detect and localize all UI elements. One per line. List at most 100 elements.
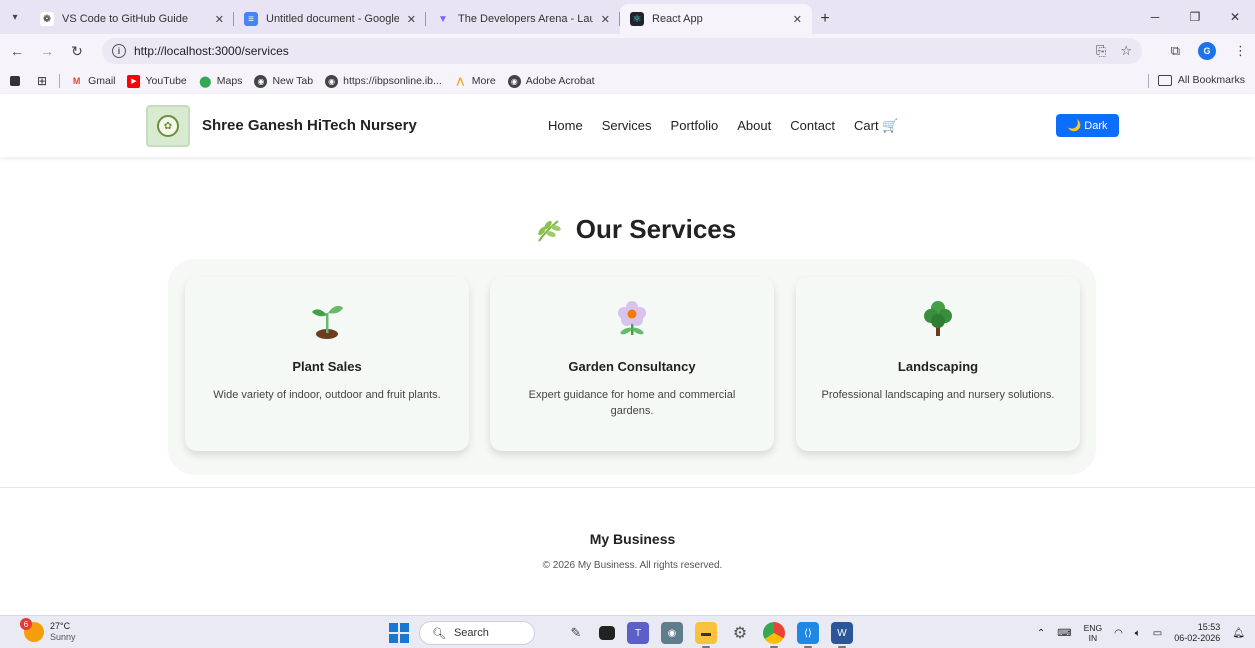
tab-developers-arena[interactable]: ▼ The Developers Arena - Launch ✕ [426, 4, 620, 34]
tab-search-chevron-icon[interactable]: ▾ [0, 0, 30, 34]
notifications-bell-icon[interactable]: 🔔︎ [1232, 628, 1245, 639]
more-icon: ⋀ [456, 75, 465, 86]
minimize-icon[interactable]: ─ [1135, 0, 1175, 34]
nav-about[interactable]: About [737, 118, 771, 134]
footer-business-name: My Business [589, 531, 676, 547]
nursery-logo[interactable]: ✿ [146, 105, 190, 147]
nav-home[interactable]: Home [548, 118, 583, 134]
restore-icon[interactable]: ❐ [1175, 0, 1215, 34]
tree-icon [796, 299, 1080, 337]
teams-icon[interactable]: T [627, 622, 649, 644]
service-card-title: Landscaping [897, 359, 979, 374]
bookmark-label: Adobe Acrobat [525, 75, 595, 87]
bookmark-new-tab[interactable]: ◉ New Tab [254, 74, 314, 88]
footer-copyright: © 2026 My Business. All rights reserved. [542, 560, 723, 571]
service-card-garden-consultancy[interactable]: Garden Consultancy Expert guidance for h… [490, 277, 774, 451]
word-icon[interactable]: W [831, 622, 853, 648]
reload-icon[interactable]: ↻ [64, 38, 90, 64]
site-info-icon[interactable]: i [112, 44, 126, 58]
flower-icon [490, 299, 774, 337]
profile-avatar[interactable]: G [1198, 42, 1216, 60]
nav-portfolio[interactable]: Portfolio [671, 118, 719, 134]
nav-services[interactable]: Services [602, 118, 652, 134]
tab-google-doc[interactable]: ≡ Untitled document - Google Do ✕ [234, 4, 426, 34]
camera-icon[interactable]: ◉ [661, 622, 683, 644]
address-bar[interactable]: i http://localhost:3000/services ⎘ ☆ [102, 38, 1142, 64]
close-icon[interactable]: ✕ [215, 13, 224, 26]
settings-gear-icon[interactable]: ⚙ [729, 622, 751, 644]
youtube-icon: ▶ [127, 74, 141, 88]
service-card-plant-sales[interactable]: Plant Sales Wide variety of indoor, outd… [185, 277, 469, 451]
widgets-icon[interactable]: ✎ [565, 622, 587, 644]
clock-date: 06-02-2026 [1174, 633, 1221, 643]
weather-widget[interactable]: 6 27°C Sunny [20, 618, 76, 643]
footer-divider [0, 487, 1255, 488]
close-icon[interactable]: ✕ [407, 13, 416, 26]
globe-icon: ◉ [254, 74, 268, 88]
bookmark-star-icon[interactable]: ☆ [1120, 43, 1132, 59]
google-docs-icon: ≡ [244, 12, 258, 26]
bookmark-gmail[interactable]: M Gmail [70, 75, 116, 88]
vite-icon: ▼ [438, 13, 448, 25]
tab-title: The Developers Arena - Launch [458, 13, 593, 25]
nav-cart[interactable]: Cart 🛒 [854, 118, 898, 134]
clock-time: 15:53 [1197, 622, 1221, 632]
vscode-icon[interactable]: ⟨⟩ [797, 622, 819, 648]
apps-grid-icon[interactable]: ⊞ [37, 74, 47, 88]
bookmark-maps[interactable]: ⬤ Maps [199, 75, 243, 88]
bookmark-more[interactable]: ⋀ More [454, 75, 496, 88]
bookmark-label: New Tab [272, 75, 314, 87]
bookmark-label: More [471, 75, 496, 87]
close-icon[interactable]: ✕ [793, 13, 802, 26]
browser-toolbar: ← → ↻ i http://localhost:3000/services ⎘… [0, 34, 1255, 68]
bookmark-youtube[interactable]: ▶ YouTube [127, 74, 187, 88]
all-bookmarks-button[interactable]: All Bookmarks [1147, 74, 1245, 88]
back-arrow-icon[interactable]: ← [4, 38, 30, 64]
bookmark-label: Gmail [88, 75, 116, 87]
window-close-icon[interactable]: ✕ [1215, 0, 1255, 34]
install-app-icon[interactable]: ⎘ [1096, 43, 1106, 59]
wifi-icon[interactable]: ◠ [1114, 628, 1123, 639]
task-view-icon[interactable] [599, 626, 615, 640]
brand-name[interactable]: Shree Ganesh HiTech Nursery [202, 117, 417, 134]
taskbar-apps: 🔍︎ Search ✎ T ◉ ▬ ⚙ ⟨⟩ W [389, 620, 859, 648]
url-text: http://localhost:3000/services [134, 44, 289, 58]
clock[interactable]: 15:53 06-02-2026 [1174, 622, 1220, 644]
browser-menu-icon[interactable]: ⋮ [1234, 43, 1247, 59]
weather-condition: Sunny [50, 632, 76, 642]
volume-icon[interactable]: 🔈︎ [1135, 628, 1141, 639]
openai-icon: ❁ [40, 12, 54, 26]
bookmark-label: https://ibpsonline.ib... [343, 75, 442, 87]
chrome-icon[interactable] [763, 622, 785, 648]
forward-arrow-icon[interactable]: → [34, 38, 60, 64]
keyboard-icon[interactable]: ⌨ [1057, 628, 1071, 639]
tab-react-app[interactable]: ⚛ React App ✕ [620, 4, 812, 34]
region-code: IN [1088, 633, 1098, 643]
close-icon[interactable]: ✕ [601, 13, 610, 26]
extensions-puzzle-icon[interactable]: ⧉ [1171, 43, 1180, 59]
bookmark-label: Maps [216, 75, 243, 87]
search-icon: 🔍︎ [432, 627, 446, 640]
chevron-up-icon[interactable]: ⌃ [1037, 628, 1045, 639]
tab-vs-code-guide[interactable]: ❁ VS Code to GitHub Guide ✕ [30, 4, 234, 34]
globe-icon: ◉ [325, 74, 339, 88]
windows-start-icon[interactable] [389, 623, 409, 643]
sun-icon: 6 [20, 618, 44, 642]
browser-tab-strip: ▾ ❁ VS Code to GitHub Guide ✕ ≡ Untitled… [0, 0, 1255, 34]
services-heading: Our Services [0, 214, 1255, 245]
bookmark-ibps[interactable]: ◉ https://ibpsonline.ib... [325, 74, 442, 88]
new-tab-plus-icon[interactable]: + [812, 4, 838, 34]
sidebar-square-icon[interactable] [10, 76, 25, 86]
taskbar-search-box[interactable]: 🔍︎ Search [419, 621, 535, 645]
nav-contact[interactable]: Contact [790, 118, 835, 134]
service-card-title: Garden Consultancy [568, 359, 696, 374]
dark-mode-toggle-button[interactable]: 🌙 Dark [1056, 114, 1119, 137]
battery-icon[interactable]: ▭ [1153, 628, 1162, 639]
bookmark-label: YouTube [145, 75, 187, 87]
page-viewport: ✿ Shree Ganesh HiTech Nursery Home Servi… [0, 94, 1255, 615]
language-indicator[interactable]: ENG IN [1084, 623, 1102, 643]
site-header: ✿ Shree Ganesh HiTech Nursery Home Servi… [0, 94, 1255, 157]
service-card-landscaping[interactable]: Landscaping Professional landscaping and… [796, 277, 1080, 451]
bookmark-adobe[interactable]: ◉ Adobe Acrobat [507, 74, 595, 88]
file-explorer-icon[interactable]: ▬ [695, 622, 717, 648]
